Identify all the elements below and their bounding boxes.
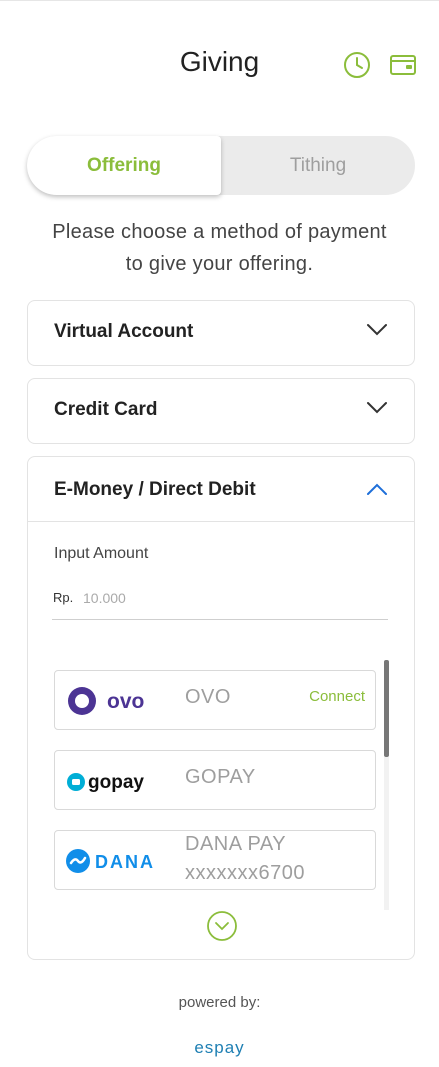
amount-underline bbox=[52, 619, 388, 620]
tab-tithing[interactable]: Tithing bbox=[221, 136, 415, 195]
chevron-down-icon bbox=[367, 402, 387, 414]
wallet-list-scrollbar[interactable] bbox=[384, 660, 389, 757]
dana-logo: DANA bbox=[66, 849, 155, 873]
currency-label: Rp. bbox=[53, 590, 74, 605]
top-border bbox=[0, 0, 439, 1]
wallet-option-gopay[interactable]: gopay GOPAY bbox=[54, 750, 376, 810]
svg-text:DANA: DANA bbox=[95, 852, 155, 872]
svg-text:gopay: gopay bbox=[88, 772, 144, 793]
wallet-option-ovo[interactable]: ovo OVO Connect bbox=[54, 670, 376, 730]
powered-by-text: powered by: bbox=[178, 994, 261, 1011]
emoney-panel: E-Money / Direct Debit Input Amount Rp. … bbox=[27, 456, 415, 960]
instruction-line-1: Please choose a method of payment bbox=[52, 221, 387, 243]
panel-divider bbox=[28, 521, 414, 522]
tab-offering[interactable]: Offering bbox=[27, 136, 221, 195]
wallet-account-dana: xxxxxxx6700 bbox=[185, 862, 305, 884]
credit-card-panel[interactable]: Credit Card bbox=[27, 378, 415, 444]
giving-type-tabs: Offering Tithing bbox=[27, 136, 415, 195]
virtual-account-label: Virtual Account bbox=[54, 321, 194, 342]
gopay-logo: gopay bbox=[67, 772, 144, 793]
chevron-up-icon bbox=[367, 483, 387, 495]
virtual-account-header[interactable]: Virtual Account bbox=[28, 301, 414, 365]
instruction-text: Please choose a method of payment to giv… bbox=[20, 216, 419, 280]
history-clock-icon[interactable] bbox=[343, 51, 371, 79]
virtual-account-panel[interactable]: Virtual Account bbox=[27, 300, 415, 366]
wallet-icon[interactable] bbox=[389, 51, 417, 79]
chevron-down-circle-icon[interactable] bbox=[206, 910, 238, 942]
wallet-list-scroll-track bbox=[384, 757, 389, 910]
svg-text:ovo: ovo bbox=[107, 690, 144, 713]
connect-link[interactable]: Connect bbox=[309, 688, 365, 705]
wallet-name-dana: DANA PAY bbox=[185, 833, 287, 855]
chevron-down-icon bbox=[367, 324, 387, 336]
ovo-logo: ovo bbox=[68, 687, 144, 715]
credit-card-header[interactable]: Credit Card bbox=[28, 379, 414, 443]
credit-card-label: Credit Card bbox=[54, 399, 158, 420]
emoney-header[interactable]: E-Money / Direct Debit bbox=[28, 457, 414, 521]
page-title: Giving bbox=[179, 46, 260, 77]
wallet-option-dana[interactable]: DANA DANA PAY xxxxxxx6700 bbox=[54, 830, 376, 890]
wallet-name-gopay: GOPAY bbox=[185, 766, 256, 788]
instruction-line-2: to give your offering. bbox=[125, 253, 314, 275]
espay-logo: espay bbox=[194, 1038, 245, 1057]
wallet-name-ovo: OVO bbox=[185, 686, 231, 708]
amount-input[interactable] bbox=[83, 588, 333, 608]
header: Giving bbox=[0, 40, 439, 90]
emoney-label: E-Money / Direct Debit bbox=[54, 479, 256, 500]
input-amount-label: Input Amount bbox=[54, 545, 149, 562]
